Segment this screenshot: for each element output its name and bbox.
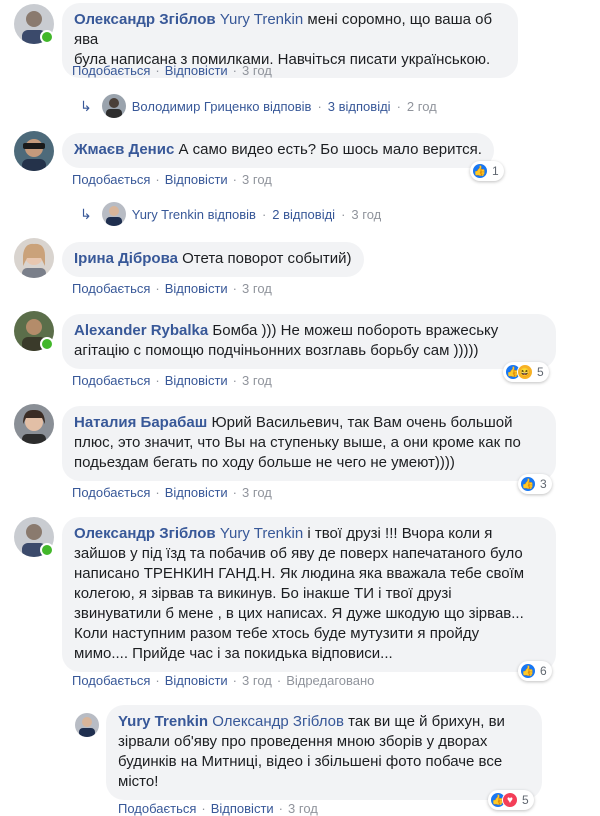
like-link[interactable]: Подобається bbox=[72, 373, 150, 388]
comment-bubble: Ірина Діброва Отета поворот событий) bbox=[62, 242, 364, 277]
timestamp[interactable]: 3 год bbox=[242, 63, 272, 78]
online-status-icon bbox=[40, 337, 54, 351]
reply-link[interactable]: Відповісти bbox=[165, 281, 228, 296]
reaction-count: 5 bbox=[537, 365, 544, 379]
comment-actions: Подобається · Відповісти · 3 год bbox=[72, 373, 272, 388]
reply-link[interactable]: Відповісти bbox=[165, 63, 228, 78]
reply-link[interactable]: Відповісти bbox=[165, 485, 228, 500]
comment-text-line: зайшов у під їзд та побачив об яву де по… bbox=[74, 545, 523, 562]
like-link[interactable]: Подобається bbox=[72, 63, 150, 78]
comment-author[interactable]: Ірина Діброва bbox=[74, 250, 178, 267]
love-reaction-icon: ♥ bbox=[502, 792, 518, 808]
mention-link[interactable]: Yury Trenkin bbox=[220, 11, 303, 28]
timestamp[interactable]: 3 год bbox=[242, 281, 272, 296]
comment-bubble: Жмаєв Денис А само видео есть? Бо шось м… bbox=[62, 133, 494, 168]
like-link[interactable]: Подобається bbox=[72, 485, 150, 500]
reaction-count: 5 bbox=[522, 793, 529, 807]
comment-text: А само видео есть? Бо шось мало верится. bbox=[178, 141, 482, 158]
online-status-icon bbox=[40, 543, 54, 557]
like-reaction-icon: 👍 bbox=[472, 163, 488, 179]
reply-author[interactable]: Yury Trenkin відповів bbox=[132, 207, 256, 222]
comment-text-line: будинків на Митниці, відео і збільшені ф… bbox=[118, 753, 503, 770]
avatar[interactable] bbox=[75, 713, 99, 737]
comment-text-line: так ви ще й брихун, ви bbox=[348, 713, 505, 730]
comment-actions: Подобається · Відповісти · 3 год bbox=[72, 63, 272, 78]
comment-text-line: звинуватили б мене , в цих написах. Я ду… bbox=[74, 605, 524, 622]
reply-link[interactable]: Відповісти bbox=[165, 172, 228, 187]
avatar[interactable] bbox=[14, 238, 54, 278]
online-status-icon bbox=[40, 30, 54, 44]
haha-reaction-icon: 😆 bbox=[517, 364, 533, 380]
reaction-summary[interactable]: 👍 6 bbox=[518, 661, 552, 681]
timestamp[interactable]: 3 год bbox=[242, 172, 272, 187]
comment-actions: Подобається · Відповісти · 3 год bbox=[72, 172, 272, 187]
comment-text-line: агітацію с помощю подчіньонних возглавь … bbox=[74, 342, 479, 359]
comment-author[interactable]: Олександр Згіблов bbox=[74, 525, 216, 542]
reaction-count: 1 bbox=[492, 164, 499, 178]
avatar[interactable] bbox=[14, 404, 54, 444]
comment-author[interactable]: Жмаєв Денис bbox=[74, 141, 174, 158]
reply-author[interactable]: Володимир Гриценко відповів bbox=[132, 99, 312, 114]
comment-text-line: написано ТРЕНКИН ГАНД.Н. Як людина яка в… bbox=[74, 565, 525, 582]
comment-text-line: зірвали об'яву про проведення мною зборі… bbox=[118, 733, 488, 750]
like-reaction-icon: 👍 bbox=[520, 476, 536, 492]
comment-text-line: мимо.... Прийде час і за покидька відпов… bbox=[74, 645, 393, 662]
like-link[interactable]: Подобається bbox=[72, 172, 150, 187]
comment-text-line: подьездам бегать по ходу больше не чего … bbox=[74, 454, 455, 471]
comment-author[interactable]: Alexander Rybalka bbox=[74, 322, 208, 339]
comment-actions: Подобається · Відповісти · 3 год bbox=[72, 281, 272, 296]
reaction-summary[interactable]: 👍 3 bbox=[518, 474, 552, 494]
avatar bbox=[101, 202, 126, 226]
comment-text-line: плюс, это значит, что Вы на ступеньку вы… bbox=[74, 434, 521, 451]
comment-actions: Подобається · Відповісти · 3 год · Відредагова… bbox=[72, 673, 375, 688]
edited-label[interactable]: Відредаговано bbox=[286, 673, 374, 688]
avatar[interactable] bbox=[14, 131, 54, 171]
comment-text: Отета поворот событий) bbox=[182, 250, 352, 267]
reaction-count: 3 bbox=[540, 477, 547, 491]
comment-bubble: Олександр Згіблов Yury Trenkin і твої др… bbox=[62, 517, 556, 672]
avatar bbox=[101, 94, 126, 118]
reply-arrow-icon: ↳ bbox=[80, 205, 92, 222]
mention-link[interactable]: Yury Trenkin bbox=[220, 525, 303, 542]
view-replies-link[interactable]: ↳ Yury Trenkin відповів · 2 відповіді · … bbox=[80, 202, 381, 226]
reply-link[interactable]: Відповісти bbox=[165, 373, 228, 388]
reaction-summary[interactable]: 👍 😆 5 bbox=[503, 362, 549, 382]
reaction-summary[interactable]: 👍 ♥ 5 bbox=[488, 790, 534, 810]
comment-author[interactable]: Олександр Згіблов bbox=[74, 11, 216, 28]
like-reaction-icon: 👍 bbox=[520, 663, 536, 679]
reply-bubble: Yury Trenkin Олександр Згіблов так ви ще… bbox=[106, 705, 542, 800]
comment-actions: Подобається · Відповісти · 3 год bbox=[72, 485, 272, 500]
comment-author[interactable]: Yury Trenkin bbox=[118, 713, 208, 730]
timestamp[interactable]: 3 год bbox=[242, 373, 272, 388]
comment-text-line: Юрий Васильевич, так Вам очень большой bbox=[211, 414, 513, 431]
comment-bubble: Alexander Rybalka Бомба ))) Не можеш поб… bbox=[62, 314, 556, 369]
timestamp: 2 год bbox=[406, 98, 437, 114]
like-link[interactable]: Подобається bbox=[72, 281, 150, 296]
reply-count[interactable]: 2 відповіді bbox=[272, 207, 335, 222]
comment-text-line: місто! bbox=[118, 773, 159, 790]
mention-link[interactable]: Олександр Згіблов bbox=[212, 713, 344, 730]
reply-count[interactable]: 3 відповіді bbox=[328, 99, 391, 114]
comment-text-line: і твої друзі !!! Вчора коли я bbox=[307, 525, 493, 542]
timestamp[interactable]: 3 год bbox=[242, 485, 272, 500]
comment-text-line: Коли наступним разом тебе хтось буде мут… bbox=[74, 625, 480, 642]
comment-bubble: Наталия Барабаш Юрий Васильевич, так Вам… bbox=[62, 406, 556, 481]
view-replies-link[interactable]: ↳ Володимир Гриценко відповів · 3 відпов… bbox=[80, 94, 437, 118]
like-link[interactable]: Подобається bbox=[72, 673, 150, 688]
timestamp: 3 год bbox=[351, 206, 382, 222]
comment-text-line: колегою, я зірвав та викинув. Бо інакше … bbox=[74, 585, 452, 602]
comment-author[interactable]: Наталия Барабаш bbox=[74, 414, 207, 431]
reply-arrow-icon: ↳ bbox=[80, 97, 92, 114]
reply-link[interactable]: Відповісти bbox=[165, 673, 228, 688]
comment-text-line: Бомба ))) Не можеш побороть вражеську bbox=[212, 322, 499, 339]
timestamp[interactable]: 3 год bbox=[242, 673, 272, 688]
reaction-summary[interactable]: 👍 1 bbox=[470, 161, 504, 181]
reaction-count: 6 bbox=[540, 664, 547, 678]
